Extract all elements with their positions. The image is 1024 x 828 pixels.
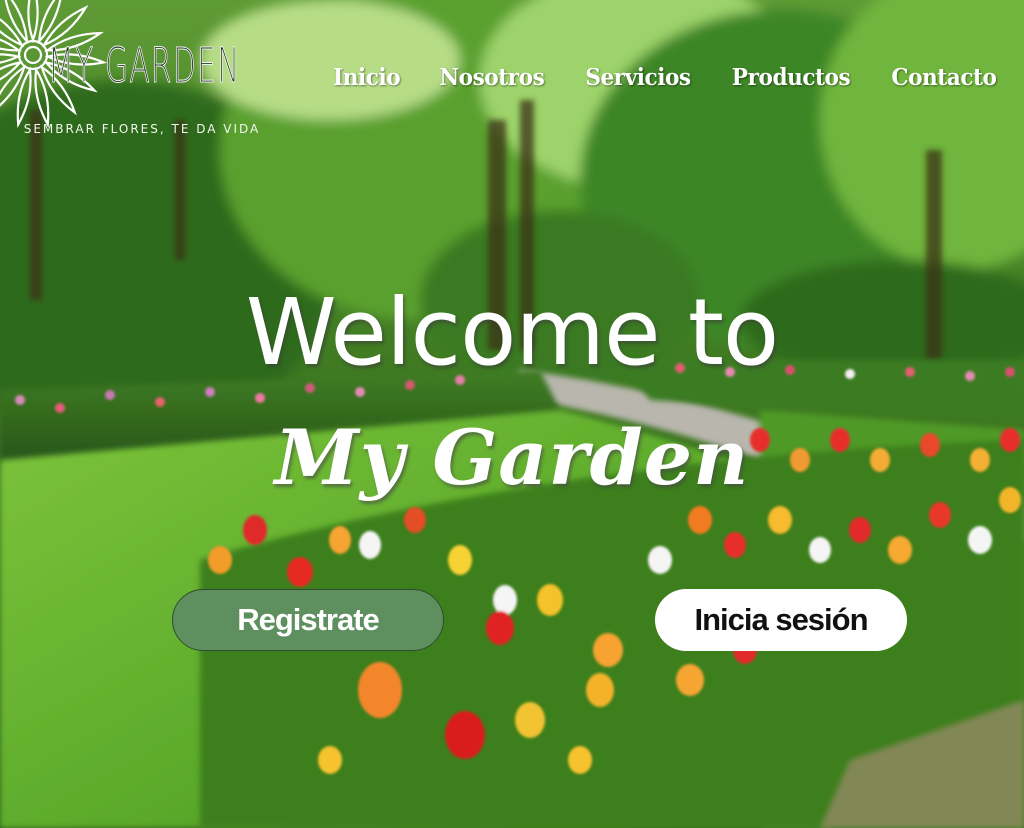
welcome-title: Welcome to xyxy=(245,279,779,386)
nav-item-servicios[interactable]: Servicios xyxy=(586,60,692,100)
main-nav: Inicio Nosotros Servicios Productos Cont… xyxy=(270,60,1000,100)
welcome-subtitle: My Garden xyxy=(274,413,750,502)
register-button[interactable]: Registrate xyxy=(172,589,444,651)
nav-item-contacto[interactable]: Contacto xyxy=(891,60,997,100)
site-logo[interactable]: MY GARDEN SEMBRAR FLORES, TE DA VIDA xyxy=(0,0,280,160)
logo-tagline: SEMBRAR FLORES, TE DA VIDA xyxy=(23,122,261,136)
nav-item-inicio[interactable]: Inicio xyxy=(333,60,401,100)
nav-item-productos[interactable]: Productos xyxy=(732,60,851,100)
nav-item-nosotros[interactable]: Nosotros xyxy=(440,60,545,100)
login-button[interactable]: Inicia sesión xyxy=(655,589,907,651)
logo-brand-text: MY GARDEN xyxy=(48,38,241,94)
hero-section: MY GARDEN SEMBRAR FLORES, TE DA VIDA Ini… xyxy=(0,0,1024,828)
